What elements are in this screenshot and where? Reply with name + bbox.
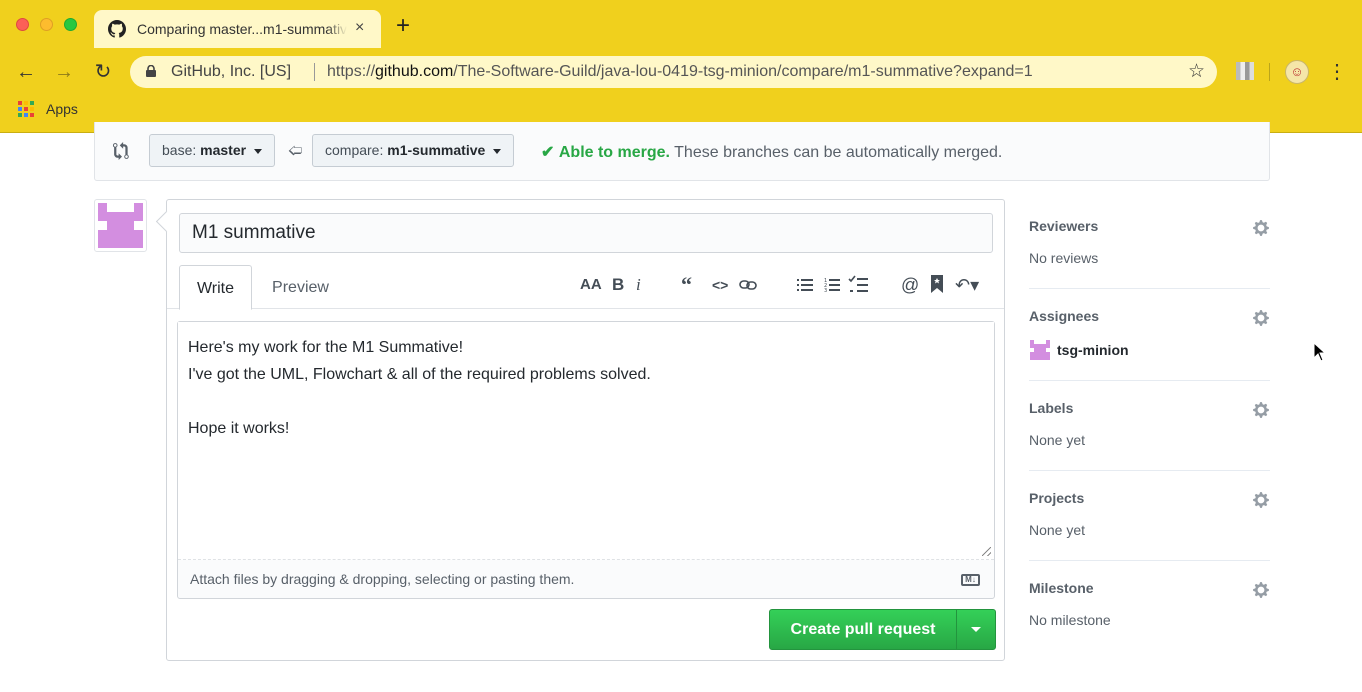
link-icon[interactable] <box>739 277 757 293</box>
pr-body-textarea[interactable]: Here's my work for the M1 Summative! I'v… <box>178 322 994 560</box>
markdown-icon[interactable]: M↓ <box>961 574 980 586</box>
create-pull-request-group: Create pull request <box>769 609 996 650</box>
ordered-list-icon[interactable]: 1 2 3 <box>824 277 840 293</box>
projects-value: None yet <box>1029 522 1086 538</box>
code-icon[interactable]: <> <box>712 275 728 295</box>
browser-chrome: Comparing master...m1-summative × + ← → … <box>0 0 1362 133</box>
sidebar-projects: Projects None yet <box>1029 490 1270 561</box>
check-icon: ✔ <box>541 144 555 161</box>
github-icon <box>108 20 126 38</box>
sidebar-labels: Labels None yet <box>1029 400 1270 471</box>
assignees-heading[interactable]: Assignees <box>1029 308 1099 324</box>
bookmark-icon[interactable] <box>931 275 943 293</box>
mouse-cursor-icon <box>1313 342 1327 362</box>
extension-icon[interactable] <box>1236 62 1254 80</box>
bookmark-star-icon[interactable]: ☆ <box>1188 60 1205 83</box>
tab-title: Comparing master...m1-summative <box>137 21 347 37</box>
projects-heading[interactable]: Projects <box>1029 490 1084 506</box>
browser-menu-icon[interactable]: ⋮ <box>1327 60 1347 84</box>
toolbar-divider <box>1269 63 1270 81</box>
bold-icon[interactable]: B <box>612 275 624 295</box>
pr-body-editor[interactable]: Here's my work for the M1 Summative! I'v… <box>177 321 995 599</box>
create-pull-request-dropdown[interactable] <box>957 610 995 649</box>
milestone-value: No milestone <box>1029 612 1111 628</box>
gear-icon[interactable] <box>1252 401 1270 419</box>
apps-grid-icon <box>18 101 34 117</box>
italic-icon[interactable]: i <box>636 275 641 295</box>
resize-handle[interactable] <box>982 547 991 556</box>
site-identity[interactable]: GitHub, Inc. [US] <box>171 63 291 81</box>
url-text[interactable]: https://github.com/The-Software-Guild/ja… <box>327 63 1033 81</box>
profile-avatar[interactable]: ☺ <box>1285 60 1309 84</box>
task-list-icon[interactable] <box>848 275 868 293</box>
assignee-item[interactable]: tsg-minion <box>1029 340 1129 360</box>
url-host: github.com <box>375 63 454 80</box>
base-label: base: <box>162 142 197 158</box>
base-branch-name: master <box>200 142 247 158</box>
reviewers-heading[interactable]: Reviewers <box>1029 218 1098 234</box>
tab-preview[interactable]: Preview <box>259 265 342 309</box>
base-branch-select[interactable]: base: master <box>149 134 275 167</box>
bookmark-label: Apps <box>46 101 78 117</box>
mention-icon[interactable]: @ <box>901 275 919 295</box>
arrow-left-icon: 🢠 <box>288 142 303 158</box>
reload-button[interactable]: ↻ <box>91 60 115 84</box>
forward-button[interactable]: → <box>52 60 76 84</box>
quote-icon[interactable]: “ <box>681 274 692 296</box>
pr-body-line: Here's my work for the M1 Summative! <box>188 339 464 356</box>
milestone-heading[interactable]: Milestone <box>1029 580 1094 596</box>
bookmark-apps[interactable]: Apps <box>18 101 78 117</box>
back-button[interactable]: ← <box>14 60 38 84</box>
unordered-list-icon[interactable] <box>797 277 813 293</box>
sidebar-milestone: Milestone No milestone <box>1029 580 1270 640</box>
svg-text:3: 3 <box>824 288 827 293</box>
text-size-icon[interactable]: AA <box>580 275 602 295</box>
pr-body-line: I've got the UML, Flowchart & all of the… <box>188 366 651 383</box>
reviewers-value: No reviews <box>1029 250 1099 266</box>
branch-compare-bar: base: master 🢠 compare: m1-summative ✔ A… <box>94 122 1270 181</box>
labels-value: None yet <box>1029 432 1086 448</box>
tab-write[interactable]: Write <box>179 265 252 310</box>
browser-tab[interactable]: Comparing master...m1-summative × <box>94 10 381 48</box>
pr-body-line: Hope it works! <box>188 420 290 437</box>
gear-icon[interactable] <box>1252 581 1270 599</box>
merge-status: ✔ Able to merge. These branches can be a… <box>541 142 1002 162</box>
chevron-down-icon <box>253 148 262 154</box>
gear-icon[interactable] <box>1252 309 1270 327</box>
sidebar-reviewers: Reviewers No reviews <box>1029 218 1270 289</box>
lock-icon <box>146 65 156 77</box>
url-prefix: https:// <box>327 63 376 80</box>
reply-icon[interactable]: ↶▾ <box>955 275 979 295</box>
create-pull-request-button[interactable]: Create pull request <box>770 610 956 649</box>
chevron-down-icon <box>493 148 502 154</box>
attach-files-hint[interactable]: Attach files by dragging & dropping, sel… <box>190 571 574 587</box>
identicon <box>98 203 143 248</box>
git-compare-icon <box>113 142 129 160</box>
merge-status-label: Able to merge. <box>558 144 670 161</box>
pr-title-input[interactable] <box>179 213 993 253</box>
compare-branch-name: m1-summative <box>387 142 486 158</box>
assignee-name: tsg-minion <box>1057 342 1129 358</box>
pr-body-line <box>188 388 984 415</box>
tab-close-icon[interactable]: × <box>355 19 364 37</box>
labels-heading[interactable]: Labels <box>1029 400 1073 416</box>
sidebar-assignees: Assignees tsg-minion <box>1029 308 1270 381</box>
gear-icon[interactable] <box>1252 219 1270 237</box>
minimize-window-button[interactable] <box>40 18 53 31</box>
omnibox-divider <box>314 63 315 81</box>
compare-label: compare: <box>325 142 384 158</box>
avatar[interactable] <box>94 199 147 252</box>
gear-icon[interactable] <box>1252 491 1270 509</box>
close-window-button[interactable] <box>16 18 29 31</box>
avatar <box>1030 340 1050 360</box>
merge-status-message: These branches can be automatically merg… <box>674 144 1003 161</box>
address-bar[interactable]: GitHub, Inc. [US] https://github.com/The… <box>130 56 1217 88</box>
maximize-window-button[interactable] <box>64 18 77 31</box>
compare-branch-select[interactable]: compare: m1-summative <box>312 134 515 167</box>
new-tab-button[interactable]: + <box>396 14 410 38</box>
pull-request-form: Write Preview AA B i “ <> 1 2 3 @ ↶▾ Her… <box>166 199 1005 661</box>
url-path: /The-Software-Guild/java-lou-0419-tsg-mi… <box>453 63 1033 80</box>
